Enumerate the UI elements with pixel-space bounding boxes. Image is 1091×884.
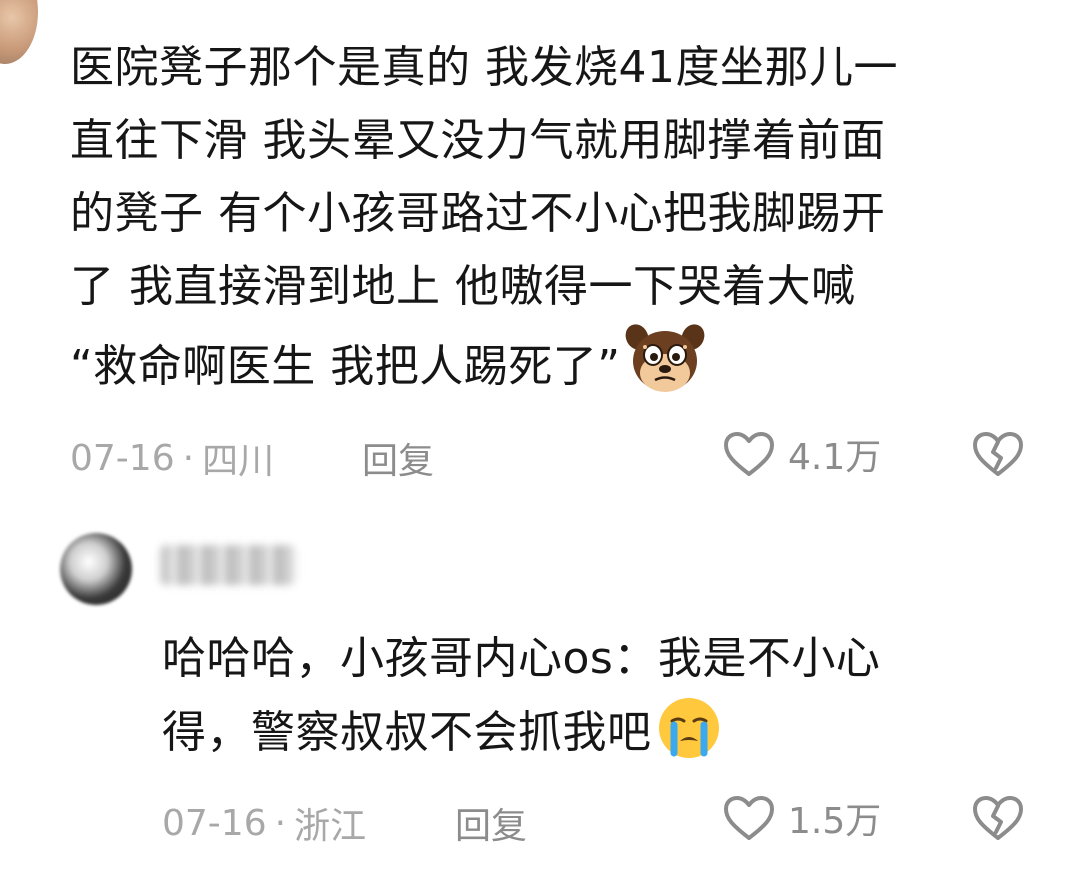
reply-button[interactable]: 回复 [362,432,434,484]
like-count: 4.1万 [788,437,882,478]
comment-text: 医院凳子那个是真的 我发烧41度坐那儿一 直往下滑 我头晕又没力气就用脚撑着前面… [70,31,1030,417]
comment-line: 的凳子 有个小孩哥路过不小心把我脚踢开 [70,188,886,239]
username-blurred[interactable] [160,545,296,585]
heart-icon [724,432,774,476]
dog-sticker-icon [625,323,705,417]
meta-separator: · [274,802,287,844]
dislike-button[interactable] [971,430,1025,482]
broken-heart-icon [973,796,1023,840]
dislike-button[interactable] [971,794,1025,846]
comment-line-last: 得，警察叔叔不会抓我吧 [162,695,1042,783]
comment-line: 医院凳子那个是真的 我发烧41度坐那儿一 [70,42,898,93]
comment-line: 得，警察叔叔不会抓我吧 [162,707,652,758]
meta-separator: · [182,437,195,479]
comment-line: 了 我直接滑到地上 他嗷得一下哭着大喊 [70,261,856,312]
comment-line: 直往下滑 我头晕又没力气就用脚撑着前面 [70,115,886,166]
like-count: 1.5万 [788,801,882,842]
comment-location: 浙江 [294,806,367,847]
comment-date: 07-16 [162,802,267,844]
comment-meta: 07-16 · 浙江 [162,797,366,849]
broken-heart-icon [973,432,1023,476]
comment-date: 07-16 [70,437,175,479]
like-button[interactable]: 1.5万 [722,792,881,844]
like-button[interactable]: 4.1万 [722,428,881,480]
comment-location: 四川 [202,441,275,482]
avatar[interactable] [60,533,132,605]
avatar[interactable] [0,0,38,64]
heart-icon [724,796,774,840]
comment-line: 哈哈哈，小孩哥内心os：我是不小心 [162,633,881,684]
comment-line: “救命啊医生 我把人踢死了” [70,341,621,392]
reply-button[interactable]: 回复 [455,797,527,849]
comment-line-last: “救命啊医生 我把人踢死了” [70,323,1030,417]
crying-face-icon [656,695,722,783]
comment-meta: 07-16 · 四川 [70,432,274,484]
comment-text: 哈哈哈，小孩哥内心os：我是不小心 得，警察叔叔不会抓我吧 [162,622,1042,783]
